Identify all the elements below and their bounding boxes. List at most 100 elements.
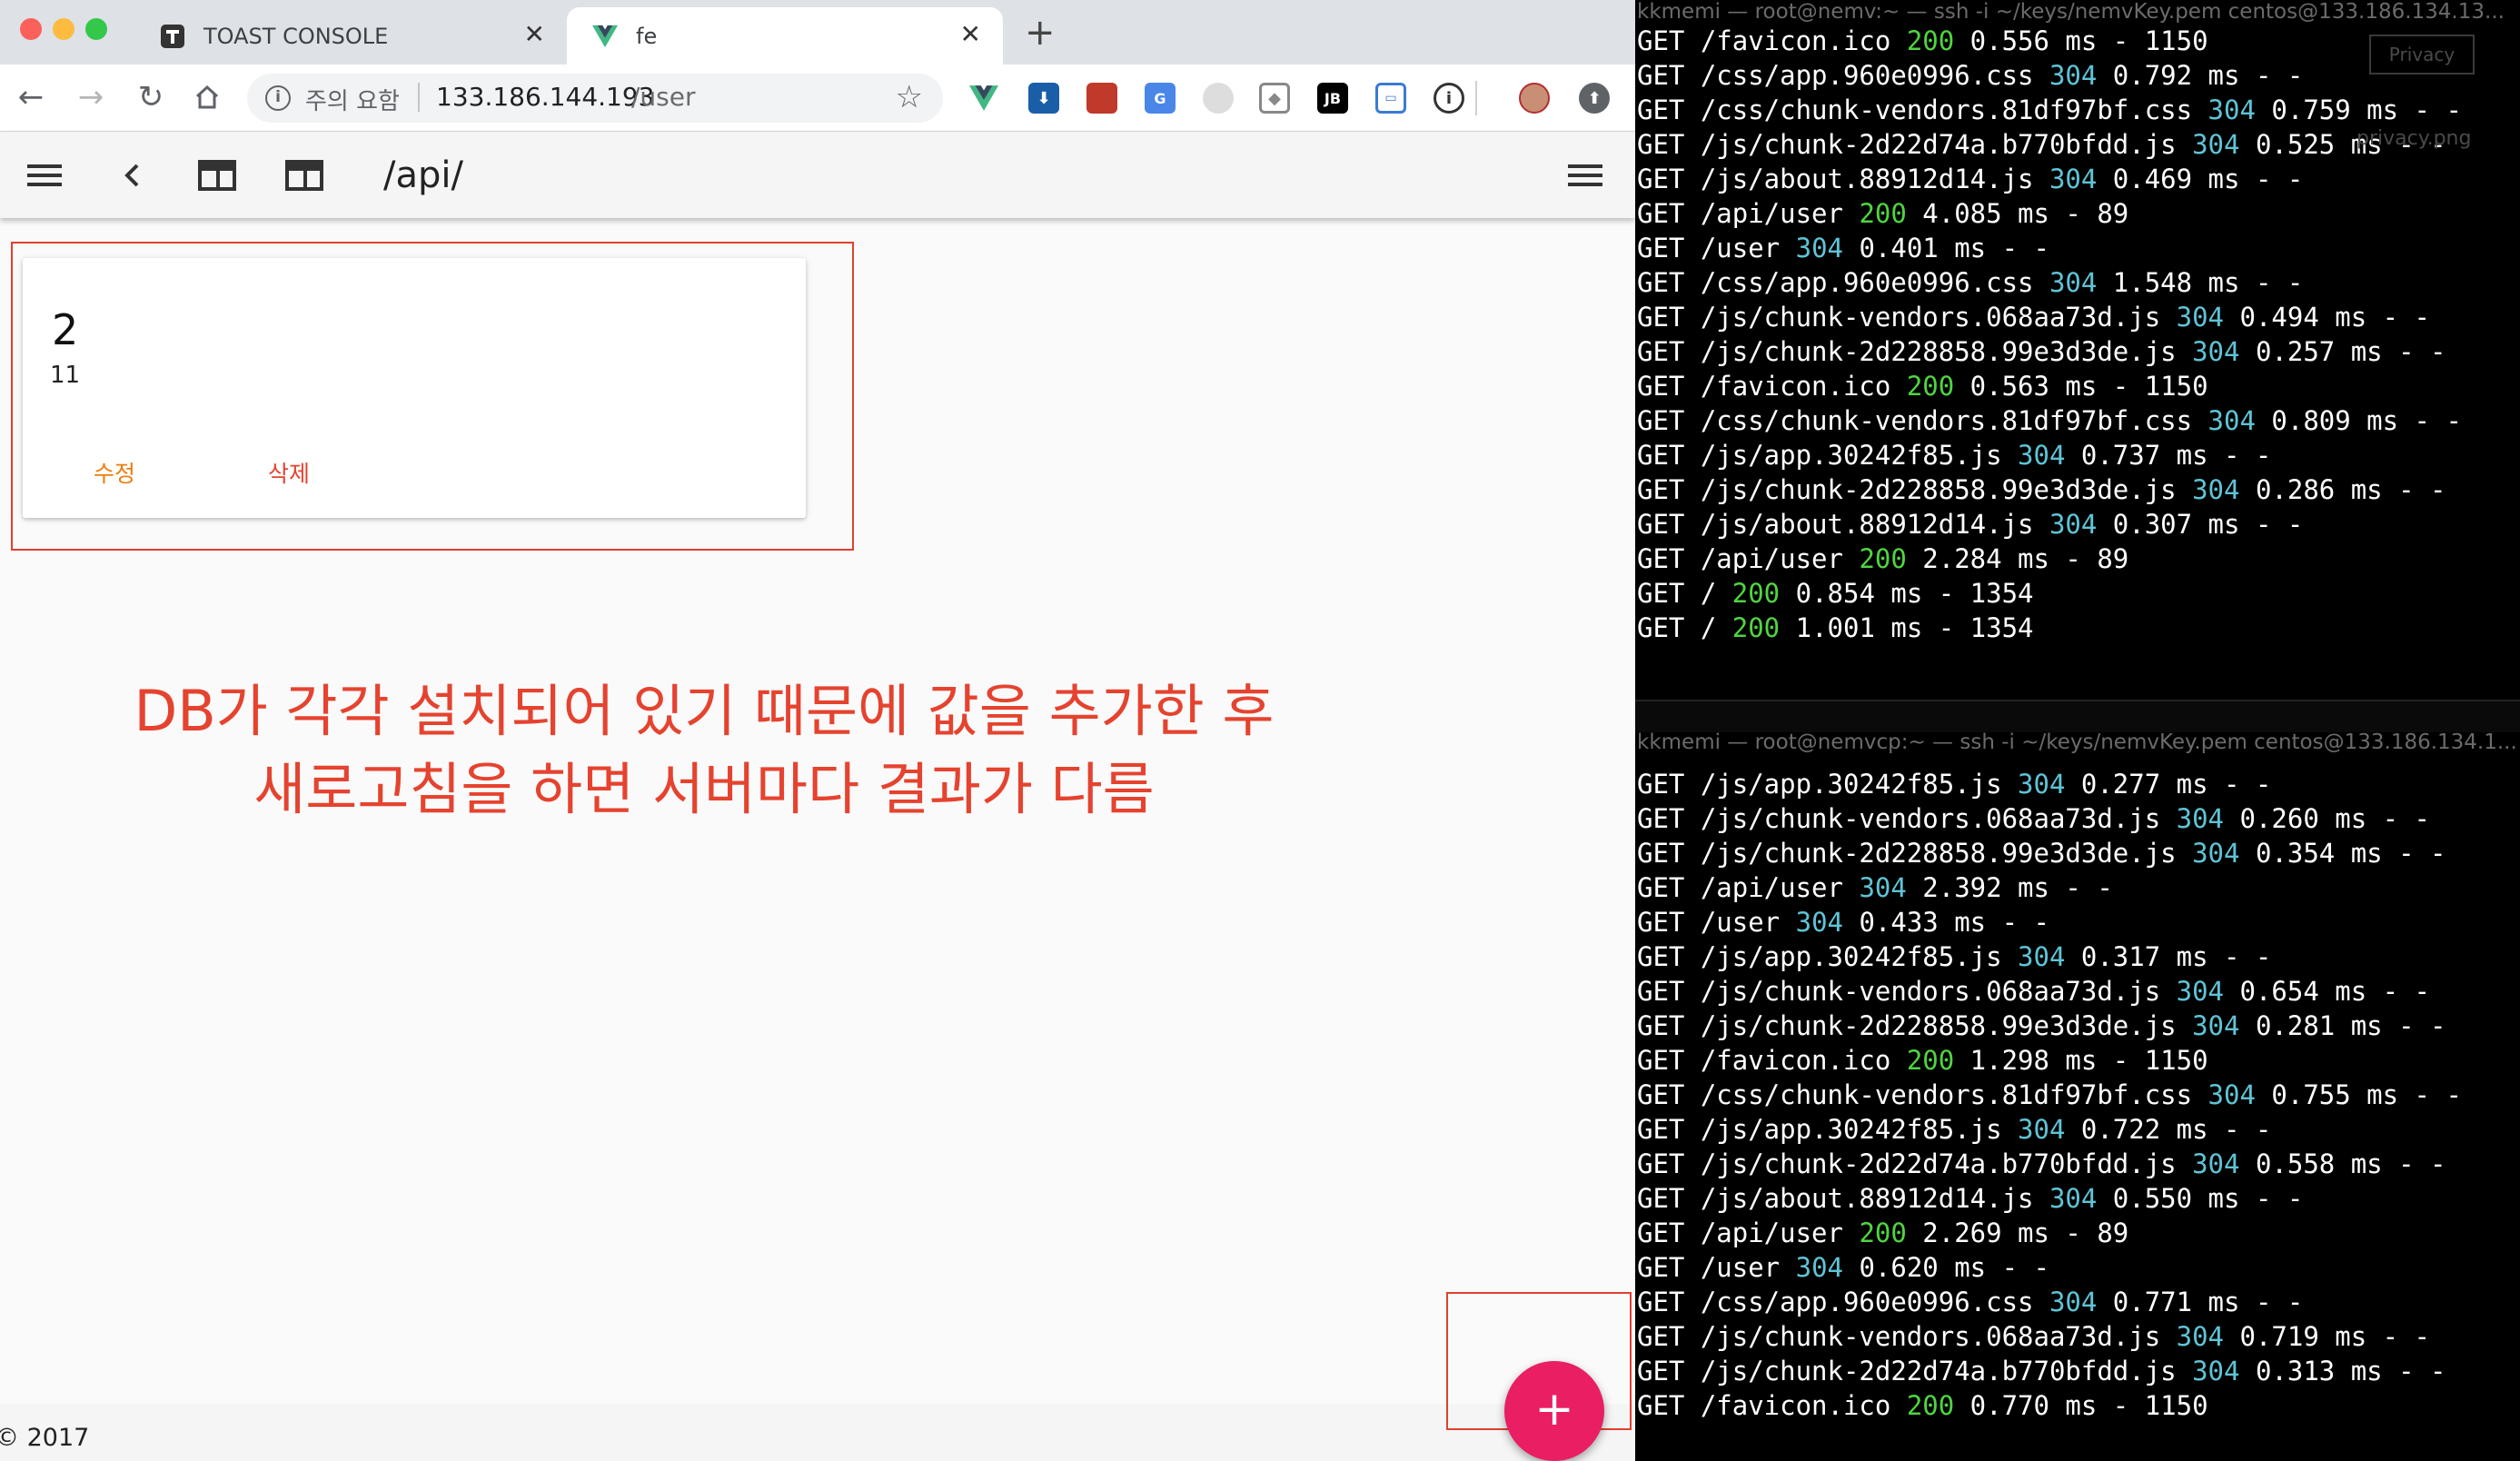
log-status: 304	[2207, 1079, 2256, 1110]
log-status: 200	[1859, 198, 1907, 229]
close-window-button[interactable]	[20, 18, 42, 40]
log-timing: 0.556 ms - 1150	[1954, 25, 2208, 56]
log-status: 304	[2018, 1114, 2066, 1145]
log-status: 304	[2192, 1356, 2240, 1386]
translate-extension-icon[interactable]: G	[1145, 83, 1176, 114]
log-timing: 0.281 ms - -	[2239, 1010, 2446, 1041]
jetbrains-extension-icon[interactable]: JB	[1317, 83, 1348, 114]
log-line: GET /js/chunk-2d22d74a.b770bfdd.js 304 0…	[1637, 1354, 2520, 1388]
log-timing: 0.286 ms - -	[2239, 474, 2446, 505]
add-button[interactable]: +	[1504, 1361, 1604, 1461]
log-timing: 0.277 ms - -	[2065, 769, 2272, 800]
log-status: 200	[1731, 612, 1781, 643]
profile-avatar[interactable]	[1519, 83, 1550, 114]
close-tab-icon[interactable]: ✕	[524, 22, 545, 47]
log-line: GET /js/chunk-2d228858.99e3d3de.js 304 0…	[1637, 836, 2520, 870]
tab-title: fe	[636, 23, 658, 49]
log-timing: 0.755 ms - -	[2255, 1079, 2462, 1110]
log-timing: 0.317 ms - -	[2065, 941, 2272, 972]
log-request: GET /favicon.ico	[1637, 1045, 1907, 1076]
log-timing: 0.722 ms - -	[2065, 1114, 2272, 1145]
tab-toast-console[interactable]: TOAST CONSOLE ✕	[134, 7, 567, 65]
bookmark-star-icon[interactable]: ☆	[896, 79, 923, 115]
back-icon[interactable]: ←	[11, 77, 51, 117]
log-timing: 0.737 ms - -	[2065, 440, 2272, 471]
reload-icon[interactable]: ↻	[131, 77, 171, 117]
extension-icon[interactable]	[1203, 83, 1234, 114]
log-line: GET /js/chunk-2d228858.99e3d3de.js 304 0…	[1637, 472, 2520, 507]
new-tab-button[interactable]: +	[1025, 13, 1056, 53]
log-status: 304	[2192, 838, 2240, 869]
annotation-line: DB가 각각 설치되어 있기 때문에 값을 추가한 후	[134, 678, 1275, 744]
log-timing: 0.620 ms - -	[1843, 1252, 2049, 1283]
log-request: GET /js/app.30242f85.js	[1637, 440, 2019, 471]
log-timing: 4.085 ms - 89	[1906, 198, 2129, 229]
log-status: 304	[2049, 1183, 2098, 1214]
security-status: 주의 요함	[305, 88, 400, 115]
bookmark-extension-icon[interactable]	[1086, 83, 1117, 114]
log-timing: 0.313 ms - -	[2239, 1356, 2446, 1386]
maximize-window-button[interactable]	[85, 18, 107, 40]
menu-update-icon[interactable]: ⬆	[1579, 83, 1610, 114]
close-tab-icon[interactable]: ✕	[960, 22, 981, 47]
log-request: GET /favicon.ico	[1637, 371, 1907, 402]
log-line: GET /favicon.ico 200 1.298 ms - 1150	[1637, 1043, 2520, 1078]
log-request: GET /user	[1637, 233, 1796, 263]
log-status: 304	[2018, 941, 2066, 972]
log-line: GET /css/chunk-vendors.81df97bf.css 304 …	[1637, 93, 2520, 127]
log-timing: 0.759 ms - -	[2255, 94, 2462, 125]
minimize-window-button[interactable]	[53, 18, 74, 40]
download-extension-icon[interactable]: ⬇	[1028, 83, 1059, 114]
log-line: GET /js/chunk-vendors.068aa73d.js 304 0.…	[1637, 300, 2520, 334]
annotation-text: DB가 각각 설치되어 있기 때문에 값을 추가한 후 새로고침을 하면 서버마…	[91, 672, 1317, 829]
tabs-extension-icon[interactable]: ▭	[1375, 83, 1406, 114]
log-line: GET /js/about.88912d14.js 304 0.469 ms -…	[1637, 162, 2520, 196]
log-request: GET /js/chunk-2d22d74a.b770bfdd.js	[1637, 1148, 2193, 1179]
url-host: 133.186.144.193	[436, 82, 655, 112]
log-request: GET /css/chunk-vendors.81df97bf.css	[1637, 405, 2208, 436]
log-line: GET / 200 1.001 ms - 1354	[1637, 611, 2520, 645]
address-bar[interactable]: i 주의 요함 133.186.144.193 /user ☆	[247, 74, 943, 123]
home-icon[interactable]	[187, 77, 227, 117]
log-request: GET /js/chunk-vendors.068aa73d.js	[1637, 803, 2177, 834]
log-timing: 0.494 ms - -	[2224, 302, 2430, 333]
log-status: 304	[2049, 509, 2098, 540]
log-status: 304	[2192, 1148, 2240, 1179]
log-timing: 1.298 ms - 1150	[1954, 1045, 2208, 1076]
chevron-left-icon[interactable]	[109, 154, 154, 196]
log-status: 304	[2207, 94, 2256, 125]
log-status: 200	[1906, 1045, 1955, 1076]
tab-strip: TOAST CONSOLE ✕ fe ✕ +	[0, 0, 1635, 65]
info-extension-icon[interactable]: i	[1434, 83, 1464, 114]
log-status: 304	[1795, 233, 1843, 263]
log-line: GET /js/chunk-2d228858.99e3d3de.js 304 0…	[1637, 334, 2520, 369]
web-layout-icon[interactable]	[194, 154, 240, 196]
divider	[418, 83, 420, 112]
log-timing: 1.001 ms - 1354	[1780, 612, 2034, 643]
log-request: GET /api/user	[1637, 1218, 1860, 1248]
forward-icon[interactable]: →	[71, 77, 111, 117]
log-timing: 0.792 ms - -	[2097, 60, 2304, 91]
info-icon[interactable]: i	[265, 85, 291, 111]
tab-title: TOAST CONSOLE	[203, 23, 389, 49]
log-status: 304	[2192, 129, 2240, 160]
log-line: GET /user 304 0.433 ms - -	[1637, 905, 2520, 939]
terminal-pane-bottom[interactable]: kkmemi — root@nemvcp:~ — ssh -i ~/keys/n…	[1635, 730, 2520, 1461]
nav-drawer-icon[interactable]	[22, 154, 67, 196]
log-timing: 0.257 ms - -	[2239, 336, 2446, 367]
vue-devtools-extension-icon[interactable]	[968, 83, 999, 114]
shield-extension-icon[interactable]: ◆	[1259, 83, 1290, 114]
log-request: GET /user	[1637, 1252, 1796, 1283]
tab-fe[interactable]: fe ✕	[567, 7, 1003, 65]
log-timing: 0.260 ms - -	[2224, 803, 2430, 834]
log-line: GET /css/app.960e0996.css 304 1.548 ms -…	[1637, 265, 2520, 300]
menu-icon[interactable]	[1563, 154, 1608, 196]
log-request: GET /js/about.88912d14.js	[1637, 1183, 2049, 1214]
browser-toolbar: ← → ↻ i 주의 요함 133.186.144.193 /user ☆ ⬇ …	[0, 65, 1635, 132]
plus-icon: +	[1534, 1382, 1574, 1436]
terminal-pane-top[interactable]: kkmemi — root@nemv:~ — ssh -i ~/keys/nem…	[1635, 0, 2520, 700]
log-timing: 0.771 ms - -	[2097, 1287, 2304, 1317]
log-timing: 2.284 ms - 89	[1906, 543, 2129, 574]
web-layout-icon[interactable]	[282, 154, 327, 196]
log-request: GET /css/app.960e0996.css	[1637, 267, 2049, 298]
